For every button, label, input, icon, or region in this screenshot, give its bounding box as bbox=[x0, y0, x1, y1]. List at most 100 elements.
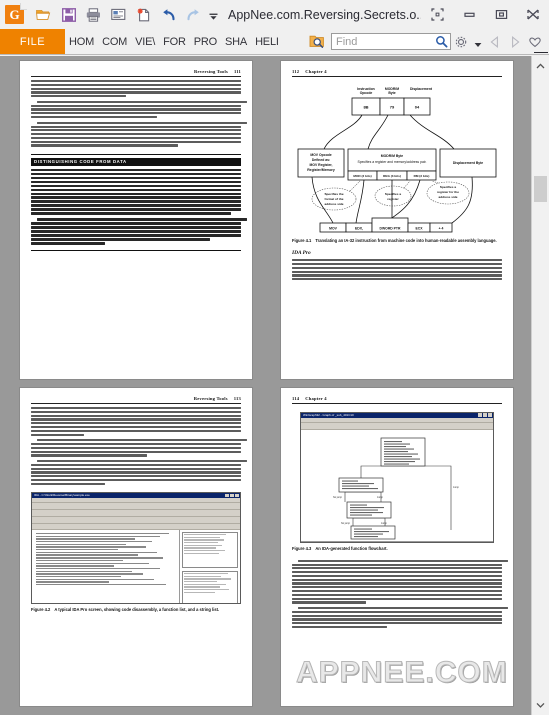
tab-view[interactable]: VIE\ bbox=[131, 29, 159, 54]
function-and-string-list-pane bbox=[180, 530, 240, 603]
label-instruction-opcode-2: Opcode bbox=[360, 91, 373, 95]
page-container: Reversing Tools 111 DISTINGUISHING CODE … bbox=[0, 56, 531, 715]
asm-ecx: ECX bbox=[416, 226, 424, 230]
ribbon-tabs: HOM COM VIE\ FOR PRO SHA HELI bbox=[65, 29, 283, 54]
new-from-scanner-button[interactable] bbox=[131, 3, 156, 26]
figure-4-3-caption: Figure 4.3 An IDA-generated function flow… bbox=[292, 546, 502, 552]
scroll-top-divider-1 bbox=[534, 52, 548, 53]
figure-4-2-caption: Figure 4.2 A typical IDA Pro screen, show… bbox=[31, 607, 241, 613]
byte-04: 04 bbox=[415, 104, 420, 109]
page-113[interactable]: Reversing Tools 113 IDA - C:\Work\Revers… bbox=[20, 388, 252, 706]
minimize-button[interactable] bbox=[453, 2, 485, 27]
settings-dropdown-caret[interactable] bbox=[471, 30, 485, 53]
screenshot-toolbar-2 bbox=[32, 509, 240, 517]
scroll-down-button[interactable] bbox=[532, 697, 549, 713]
undo-arrow-icon bbox=[163, 8, 175, 20]
midbox-modrm-1: MODR/M Byte bbox=[381, 154, 404, 158]
restore-icon bbox=[495, 9, 507, 20]
tab-home[interactable]: HOM bbox=[65, 29, 98, 54]
document-viewport[interactable]: Reversing Tools 111 DISTINGUISHING CODE … bbox=[0, 56, 549, 715]
page-114[interactable]: 114 Chapter 4 WinGraph32 - Graph of _sub… bbox=[281, 388, 513, 706]
chevron-down-icon bbox=[474, 43, 482, 47]
customize-quick-access-button[interactable] bbox=[206, 3, 220, 26]
title-bar: G AppNee.com.Reversing.Secrets.o... bbox=[0, 0, 549, 29]
tab-file[interactable]: FILE bbox=[0, 29, 65, 54]
asm-edx: EDX, bbox=[355, 226, 363, 230]
figure-4-2-caption-number: Figure 4.2 bbox=[31, 606, 51, 612]
screenshot-toolbar-1 bbox=[32, 502, 240, 510]
head-rule bbox=[31, 75, 241, 77]
fullscreen-button[interactable] bbox=[421, 2, 453, 27]
paragraph bbox=[31, 407, 241, 436]
next-view-button[interactable] bbox=[505, 32, 525, 52]
bubble-2-line2: register bbox=[387, 197, 399, 201]
paragraph bbox=[292, 259, 502, 281]
flowchart-graph: No jump Jump No jump Jump Jump bbox=[333, 437, 460, 539]
email-button[interactable] bbox=[106, 3, 131, 26]
label-displacement: Displacement bbox=[410, 87, 433, 91]
midbox-mov-opcode-2: Defined as: bbox=[312, 158, 330, 162]
chevron-down-icon bbox=[536, 702, 545, 708]
midbox-mov-opcode-4: Register/Memory bbox=[307, 168, 335, 172]
field-mod: MOD (2 bits) bbox=[353, 174, 371, 178]
bubble-3-line1: Specifies a bbox=[440, 185, 456, 189]
vertical-scroll-thumb[interactable] bbox=[534, 176, 547, 202]
running-head-title: Chapter 4 bbox=[305, 396, 327, 401]
tab-form[interactable]: FOR bbox=[159, 29, 190, 54]
page-112[interactable]: 112 Chapter 4 Instruction Opcode MODR/M bbox=[281, 61, 513, 379]
screenshot-body bbox=[32, 529, 240, 603]
paragraph bbox=[31, 439, 247, 457]
midbox-mov-opcode-3: MOV Register, bbox=[310, 163, 333, 167]
section-heading-ida-pro: IDA Pro bbox=[292, 249, 311, 256]
undo-button[interactable] bbox=[156, 3, 181, 26]
maximize-button[interactable] bbox=[485, 2, 517, 27]
settings-button[interactable] bbox=[451, 32, 471, 52]
redo-arrow-icon bbox=[187, 8, 199, 20]
string-list bbox=[182, 570, 238, 603]
window-controls bbox=[421, 2, 549, 27]
tab-protect[interactable]: PRO bbox=[190, 29, 221, 54]
figure-4-3-caption-text: An IDA-generated function flowchart. bbox=[315, 545, 388, 551]
search-document-button[interactable] bbox=[307, 32, 327, 52]
bubble-2-line1: Specifies a bbox=[385, 192, 401, 196]
screenshot-title: IDA - C:\Work\Reverse\Binary\sample.exe bbox=[34, 493, 90, 498]
chevron-down-icon bbox=[209, 13, 217, 20]
running-head-title: Reversing Tools bbox=[193, 396, 228, 401]
tab-help[interactable]: HELI bbox=[251, 29, 283, 54]
sidebar-title: DISTINGUISHING CODE FROM DATA bbox=[31, 157, 241, 166]
figure-4-2-caption-text: A typical IDA Pro screen, showing code d… bbox=[54, 606, 220, 612]
byte-8b: 8B bbox=[363, 104, 368, 109]
find-search-button[interactable] bbox=[435, 35, 450, 48]
midbox-displacement: Displacement Byte bbox=[453, 161, 483, 165]
tab-share[interactable]: SHA bbox=[221, 29, 251, 54]
page-111[interactable]: Reversing Tools 111 DISTINGUISHING CODE … bbox=[20, 61, 252, 379]
floppy-disk-icon bbox=[61, 7, 76, 22]
open-file-button[interactable] bbox=[31, 3, 56, 26]
redo-button[interactable] bbox=[181, 3, 206, 26]
gear-icon bbox=[455, 36, 467, 47]
vertical-scrollbar[interactable] bbox=[531, 56, 549, 715]
close-button[interactable] bbox=[517, 2, 549, 27]
print-button[interactable] bbox=[81, 3, 106, 26]
edge-label: No jump bbox=[333, 496, 343, 499]
function-list bbox=[182, 531, 238, 568]
find-input[interactable]: Find bbox=[331, 33, 451, 50]
figure-4-1-diagram: Instruction Opcode MODR/M Byte Displacem… bbox=[292, 83, 502, 235]
head-rule bbox=[292, 75, 502, 77]
figure-4-1-caption-number: Figure 4.1 bbox=[292, 237, 312, 243]
heart-icon bbox=[529, 37, 541, 47]
screenshot-window-buttons bbox=[225, 493, 239, 498]
page-number: 112 bbox=[292, 69, 300, 74]
paragraph bbox=[31, 121, 247, 147]
tab-comment[interactable]: COM bbox=[98, 29, 131, 54]
previous-view-button[interactable] bbox=[485, 32, 505, 52]
ribbon-right-tools: Find bbox=[307, 29, 549, 54]
favorite-button[interactable] bbox=[525, 32, 545, 52]
sidebar-distinguishing-code-from-data: DISTINGUISHING CODE FROM DATA bbox=[31, 153, 247, 252]
save-button[interactable] bbox=[56, 3, 81, 26]
paragraph bbox=[292, 607, 508, 629]
paragraph bbox=[31, 100, 247, 119]
scroll-up-button[interactable] bbox=[532, 58, 549, 74]
pdf-app-icon[interactable]: G bbox=[5, 3, 27, 24]
asm-plus4: + 4 bbox=[439, 226, 444, 230]
